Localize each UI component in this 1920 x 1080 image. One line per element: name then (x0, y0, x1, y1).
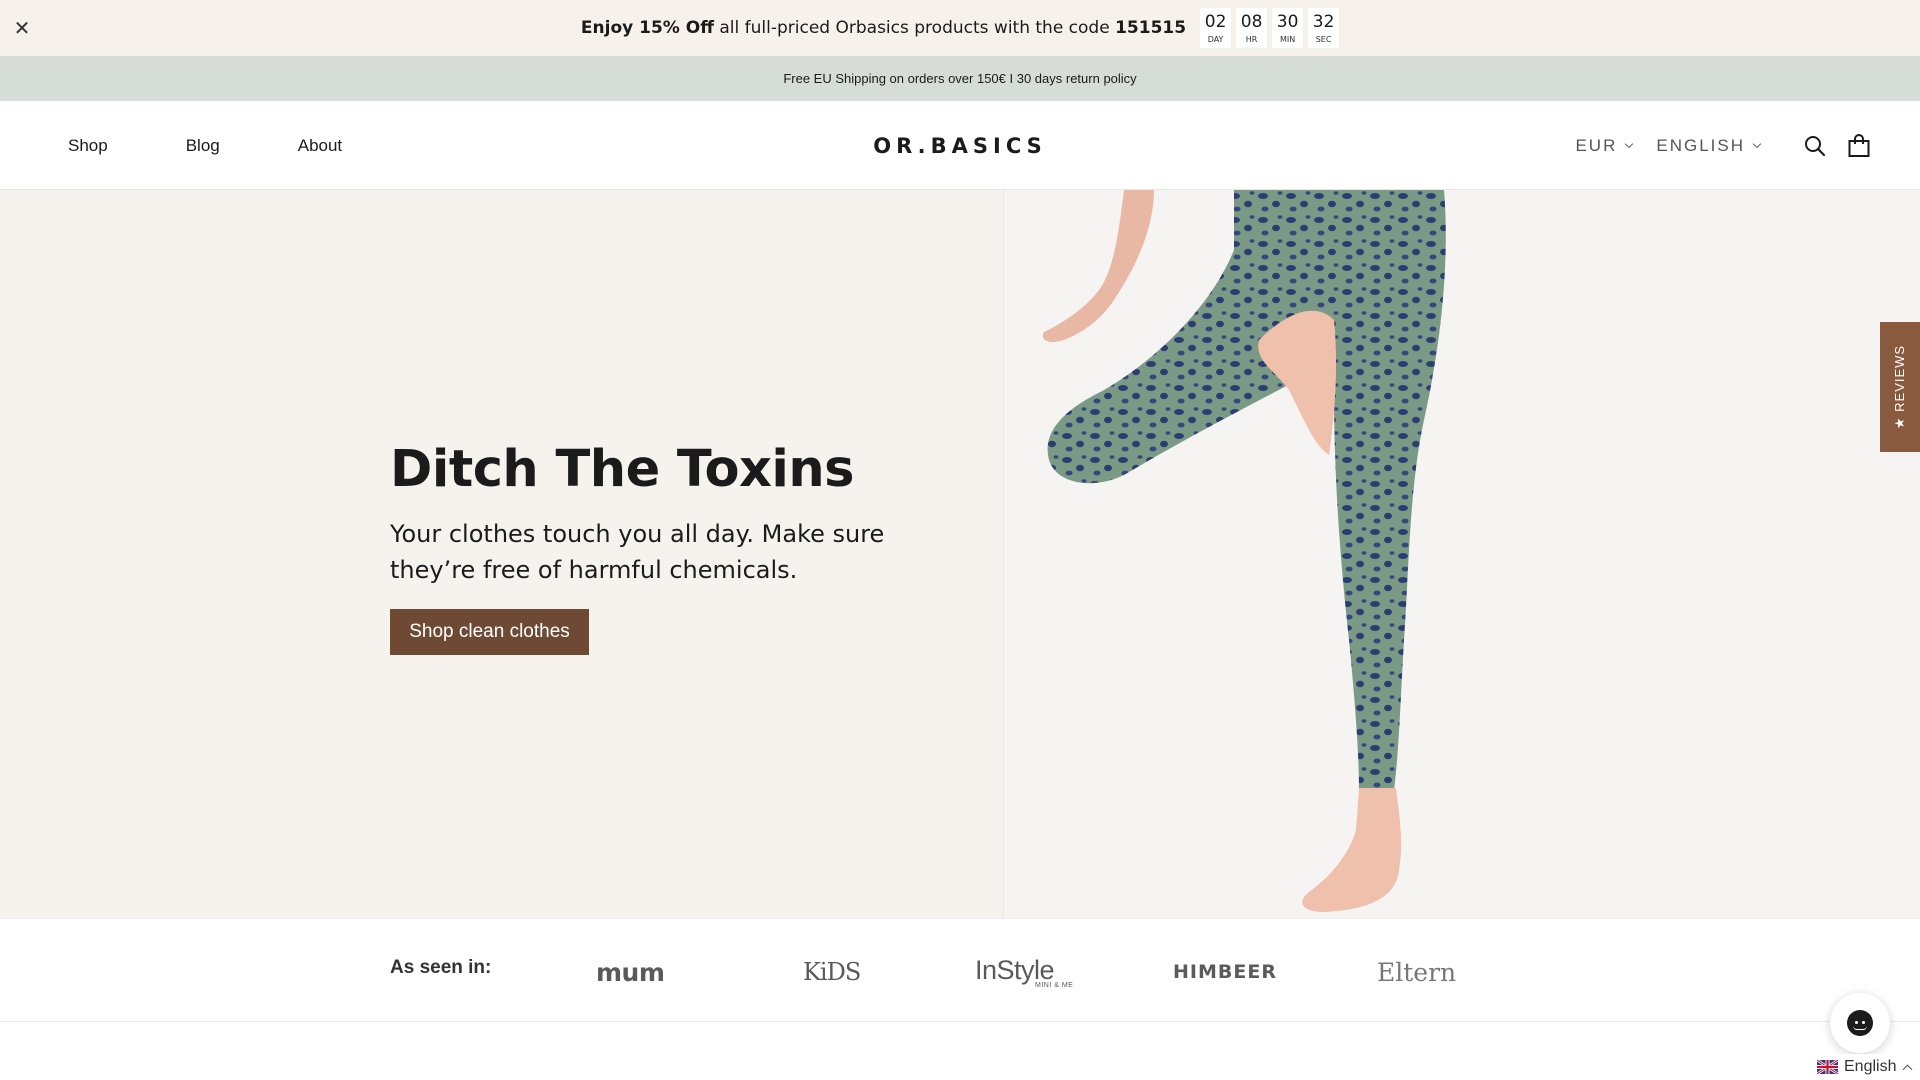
site-logo[interactable]: OR.BASICS (873, 101, 1047, 190)
instyle-subtitle: MINI & ME (1035, 982, 1074, 989)
cart-icon[interactable] (1846, 133, 1872, 159)
header-actions: EUR ENGLISH (1575, 101, 1872, 190)
countdown-hours: 08 HR (1236, 8, 1268, 48)
shipping-text: Free EU Shipping on orders over 150€ I 3… (783, 71, 1137, 86)
chat-icon (1847, 1010, 1873, 1036)
search-icon[interactable] (1802, 133, 1828, 159)
reviews-tab-label: ★ REVIEWS (1892, 344, 1908, 430)
nav-about[interactable]: About (298, 136, 342, 156)
countdown-timer: 02 DAY 08 HR 30 MIN 32 SEC (1200, 8, 1340, 48)
shop-clean-clothes-button[interactable]: Shop clean clothes (390, 609, 589, 655)
main-nav: Shop Blog About (68, 101, 420, 190)
countdown-minutes: 30 MIN (1272, 8, 1304, 48)
language-switch[interactable]: English (1817, 1054, 1913, 1080)
currency-selector[interactable]: EUR (1575, 135, 1634, 156)
uk-flag-icon (1817, 1060, 1838, 1074)
promo-highlight: Enjoy 15% Off (580, 18, 714, 38)
language-selector[interactable]: ENGLISH (1656, 135, 1762, 156)
press-logo-mum: mum (596, 957, 665, 987)
language-switch-label: English (1844, 1058, 1897, 1075)
nav-blog[interactable]: Blog (186, 136, 220, 156)
press-logo-himbeer: HIMBEER (1173, 961, 1277, 983)
shipping-bar: Free EU Shipping on orders over 150€ I 3… (0, 56, 1920, 101)
countdown-days: 02 DAY (1200, 8, 1232, 48)
hero-image (1004, 190, 1920, 918)
promo-bar: ✕ Enjoy 15% Off all full-priced Orbasics… (0, 0, 1920, 56)
promo-text: Enjoy 15% Off all full-priced Orbasics p… (581, 18, 1186, 38)
site-header: Shop Blog About OR.BASICS EUR ENGLISH (0, 101, 1920, 190)
chat-button[interactable] (1830, 993, 1890, 1053)
hero-title: Ditch The Toxins (390, 440, 855, 499)
hero-subtitle: Your clothes touch you all day. Make sur… (390, 520, 885, 584)
press-logo-kids: KiDS (803, 958, 861, 986)
press-logo-eltern: Eltern (1377, 957, 1457, 987)
press-section: As seen in: mum KiDS InStyle MINI & ME H… (0, 918, 1920, 1022)
countdown-seconds: 32 SEC (1308, 8, 1340, 48)
currency-label: EUR (1575, 135, 1618, 155)
leggings-model-image (1042, 190, 1446, 912)
chevron-up-icon (1903, 1064, 1913, 1074)
press-logo-instyle: InStyle MINI & ME (975, 947, 1073, 997)
language-label: ENGLISH (1656, 135, 1745, 155)
nav-shop[interactable]: Shop (68, 136, 108, 156)
close-icon[interactable]: ✕ (10, 16, 34, 40)
promo-code: 151515 (1115, 18, 1187, 38)
reviews-tab[interactable]: ★ REVIEWS (1880, 322, 1920, 452)
press-label: As seen in: (390, 957, 492, 978)
chevron-down-icon (1625, 139, 1634, 149)
chevron-down-icon (1752, 139, 1762, 149)
promo-message: all full-priced Orbasics products with t… (713, 18, 1116, 38)
